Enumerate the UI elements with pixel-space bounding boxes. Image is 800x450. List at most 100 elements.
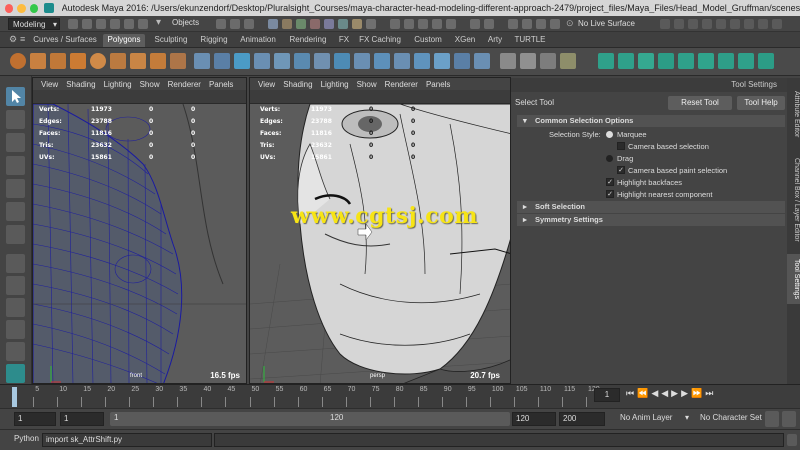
- channel-toggle-icon[interactable]: [716, 19, 726, 29]
- poly-cylinder-icon[interactable]: [50, 53, 66, 69]
- symmetry-settings-header[interactable]: ▸ Symmetry Settings: [517, 214, 785, 226]
- last-tool-icon[interactable]: [6, 225, 25, 244]
- marquee-radio[interactable]: [606, 131, 613, 138]
- tool-settings-toggle-icon[interactable]: [744, 19, 754, 29]
- command-language-label[interactable]: Python: [14, 434, 39, 443]
- shelf-tab-animation[interactable]: Animation: [237, 34, 279, 47]
- shelf-tab-fx-caching[interactable]: FX Caching: [358, 34, 402, 47]
- select-by-component-icon[interactable]: [244, 19, 254, 29]
- soft-select-icon[interactable]: [688, 19, 698, 29]
- bridge-icon[interactable]: [334, 53, 350, 69]
- close-window-button[interactable]: [5, 3, 14, 13]
- freeze-brush-icon[interactable]: [718, 53, 734, 69]
- script-editor-icon[interactable]: [787, 434, 797, 446]
- symmetry-icon[interactable]: [660, 19, 670, 29]
- shelf-tab-custom[interactable]: Custom: [410, 34, 446, 47]
- playback-start-field[interactable]: 1: [60, 412, 104, 426]
- make-live-icon[interactable]: [446, 19, 456, 29]
- outliner-layout-icon[interactable]: [6, 342, 25, 361]
- svg-icon[interactable]: [170, 53, 186, 69]
- shelf-menu-icon[interactable]: ≡: [20, 34, 25, 44]
- front-viewport[interactable]: View Shading Lighting Show Renderer Pane…: [32, 77, 247, 384]
- step-back-key-icon[interactable]: ⏪: [637, 388, 651, 398]
- animation-start-field[interactable]: 1: [14, 412, 56, 426]
- play-forwards-icon[interactable]: ▶: [671, 388, 681, 398]
- sculpt-icon[interactable]: [674, 19, 684, 29]
- playback-end-field[interactable]: 120: [512, 412, 556, 426]
- snap-to-curve-icon[interactable]: [404, 19, 414, 29]
- menu-panels[interactable]: Panels: [209, 80, 233, 89]
- menu-shading[interactable]: Shading: [66, 80, 95, 89]
- tool-settings-tab[interactable]: Tool Settings: [787, 254, 800, 304]
- snap-to-grid-icon[interactable]: [390, 19, 400, 29]
- pin-icon[interactable]: [702, 19, 712, 29]
- menuset-dropdown[interactable]: Modeling ▾: [8, 18, 60, 30]
- camera-based-selection-checkbox[interactable]: [617, 142, 625, 150]
- uv-unfold-icon[interactable]: [560, 53, 576, 69]
- open-scene-icon[interactable]: [82, 19, 92, 29]
- mask-surfaces-icon[interactable]: [310, 19, 320, 29]
- select-tool-icon[interactable]: [6, 87, 25, 106]
- attribute-editor-tab[interactable]: Attribute Editor: [787, 84, 800, 144]
- menu-lighting[interactable]: Lighting: [321, 80, 349, 89]
- menu-view[interactable]: View: [258, 80, 275, 89]
- spray-brush-icon[interactable]: [758, 53, 774, 69]
- range-bar[interactable]: 1 120: [110, 412, 510, 426]
- fill-hole-icon[interactable]: [394, 53, 410, 69]
- command-input[interactable]: import sk_AttrShift.py: [42, 433, 212, 447]
- merge-icon[interactable]: [414, 53, 430, 69]
- scale-tool-icon[interactable]: [6, 202, 25, 221]
- shelf-tab-rigging[interactable]: Rigging: [197, 34, 231, 47]
- insert-edge-loop-icon[interactable]: [434, 53, 450, 69]
- smooth-icon[interactable]: [234, 53, 250, 69]
- mask-deformations-icon[interactable]: [324, 19, 334, 29]
- menu-show[interactable]: Show: [357, 80, 377, 89]
- menu-renderer[interactable]: Renderer: [168, 80, 201, 89]
- move-tool-icon[interactable]: [6, 156, 25, 175]
- auto-key-icon[interactable]: [765, 411, 779, 427]
- rotate-tool-icon[interactable]: [6, 179, 25, 198]
- current-frame-field[interactable]: 1: [594, 388, 620, 402]
- shelf-tab-fx[interactable]: FX: [334, 34, 354, 47]
- live-surface-label[interactable]: No Live Surface: [578, 19, 635, 28]
- input-operations-icon[interactable]: [470, 19, 480, 29]
- snap-to-point-icon[interactable]: [418, 19, 428, 29]
- undo-icon[interactable]: [110, 19, 120, 29]
- render-settings-icon[interactable]: [550, 19, 560, 29]
- flatten-brush-icon[interactable]: [698, 53, 714, 69]
- save-scene-icon[interactable]: [96, 19, 106, 29]
- shelf-tab-polygons[interactable]: Polygons: [103, 34, 145, 47]
- foamy-brush-icon[interactable]: [738, 53, 754, 69]
- new-scene-icon[interactable]: [68, 19, 78, 29]
- animation-preferences-icon[interactable]: [782, 411, 796, 427]
- common-selection-options-header[interactable]: ▾ Common Selection Options: [517, 115, 785, 127]
- bevel-icon[interactable]: [354, 53, 370, 69]
- combine-icon[interactable]: [194, 53, 210, 69]
- shelf-settings-icon[interactable]: ⚙: [9, 34, 17, 45]
- channel-box-tab[interactable]: Channel Box / Layer Editor: [787, 150, 800, 250]
- relax-brush-icon[interactable]: [638, 53, 654, 69]
- mask-dynamics-icon[interactable]: [338, 19, 348, 29]
- lasso-tool-icon[interactable]: [6, 110, 25, 129]
- pinch-brush-icon[interactable]: [678, 53, 694, 69]
- attribute-toggle-icon[interactable]: [730, 19, 740, 29]
- poly-cone-icon[interactable]: [70, 53, 86, 69]
- select-by-hierarchy-icon[interactable]: [216, 19, 226, 29]
- anim-layer-dropdown[interactable]: No Anim Layer ▾: [617, 412, 691, 426]
- hierarchy-mode-icon[interactable]: [138, 19, 148, 29]
- menu-panels[interactable]: Panels: [426, 80, 450, 89]
- highlight-backfaces-checkbox[interactable]: ✓: [606, 178, 614, 186]
- append-polygon-icon[interactable]: [374, 53, 390, 69]
- go-to-start-icon[interactable]: ⏮: [626, 388, 637, 398]
- minimize-window-button[interactable]: [17, 3, 26, 13]
- step-forward-frame-icon[interactable]: ▶: [681, 388, 691, 398]
- poly-plane-icon[interactable]: [110, 53, 126, 69]
- smooth-brush-icon[interactable]: [618, 53, 634, 69]
- multi-cut-icon[interactable]: [454, 53, 470, 69]
- shelf-tab-curves-surfaces[interactable]: Curves / Surfaces: [32, 34, 98, 47]
- soft-selection-header[interactable]: ▸ Soft Selection: [517, 201, 785, 213]
- shelf-tab-turtle[interactable]: TURTLE: [512, 34, 548, 47]
- shelf-tab-xgen[interactable]: XGen: [452, 34, 478, 47]
- grab-brush-icon[interactable]: [658, 53, 674, 69]
- play-backwards-icon[interactable]: ◀: [661, 388, 671, 398]
